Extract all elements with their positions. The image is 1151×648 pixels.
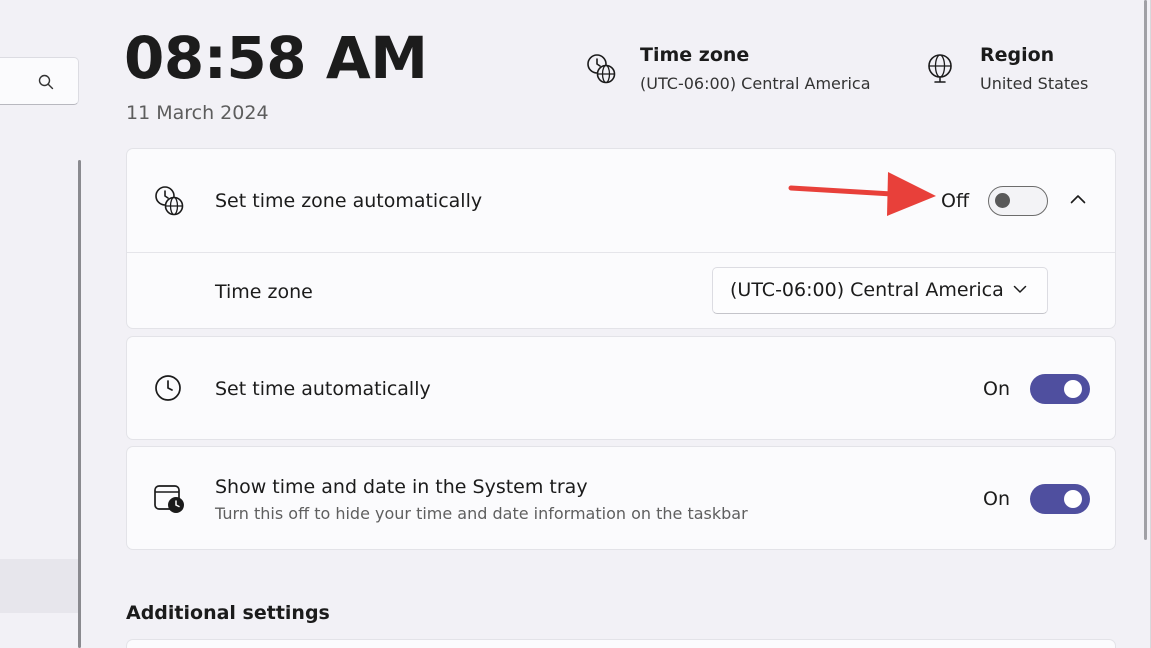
- globe-icon: [928, 54, 952, 83]
- additional-settings-heading: Additional settings: [126, 602, 330, 624]
- timezone-dropdown-value: (UTC-06:00) Central America: [730, 279, 1004, 301]
- toggle-knob: [995, 193, 1010, 208]
- auto-timezone-label: Set time zone automatically: [215, 190, 483, 212]
- systray-state: On: [983, 488, 1010, 510]
- auto-time-label: Set time automatically: [215, 378, 431, 400]
- systray-toggle[interactable]: [1030, 484, 1090, 514]
- nav-scrollbar[interactable]: [78, 160, 81, 648]
- card-divider: [127, 252, 1115, 253]
- header-region-value: United States: [980, 74, 1089, 93]
- auto-timezone-card: Set time zone automatically Off Time zon…: [126, 148, 1116, 329]
- header-timezone-value: (UTC-06:00) Central America: [640, 74, 871, 93]
- settings-window: 08:58 AM 11 March 2024 Time zone (UTC-06…: [0, 0, 1151, 648]
- chevron-up-icon[interactable]: [1070, 194, 1086, 204]
- clock-globe-icon: [155, 186, 184, 216]
- toggle-knob: [1064, 490, 1082, 508]
- toggle-knob: [1064, 380, 1082, 398]
- header-timezone-title: Time zone: [640, 44, 750, 66]
- header-timezone: Time zone (UTC-06:00) Central America: [585, 44, 885, 104]
- calendar-clock-icon: [154, 485, 184, 513]
- search-box[interactable]: [0, 57, 79, 105]
- header-region-title: Region: [980, 44, 1055, 66]
- auto-timezone-toggle[interactable]: [988, 186, 1048, 216]
- auto-timezone-state: Off: [941, 190, 970, 212]
- search-icon: [38, 74, 54, 90]
- header-region: Region United States: [925, 44, 1125, 104]
- left-navigation: [0, 0, 82, 648]
- timezone-label: Time zone: [215, 281, 313, 303]
- systray-label: Show time and date in the System tray: [215, 476, 588, 498]
- auto-time-state: On: [983, 378, 1010, 400]
- nav-selected-item[interactable]: [0, 559, 78, 613]
- clock-icon: [155, 375, 181, 401]
- auto-time-toggle[interactable]: [1030, 374, 1090, 404]
- current-date: 11 March 2024: [126, 102, 269, 124]
- clock-globe-icon: [587, 54, 616, 84]
- main-scrollbar[interactable]: [1144, 0, 1147, 540]
- systray-card: Show time and date in the System tray Tu…: [126, 446, 1116, 550]
- current-time: 08:58 AM: [124, 24, 428, 92]
- auto-time-card: Set time automatically On: [126, 336, 1116, 440]
- timezone-dropdown[interactable]: (UTC-06:00) Central America: [712, 267, 1048, 314]
- systray-description: Turn this off to hide your time and date…: [215, 504, 748, 523]
- chevron-down-icon: [1013, 285, 1027, 293]
- additional-settings-card[interactable]: [126, 639, 1116, 648]
